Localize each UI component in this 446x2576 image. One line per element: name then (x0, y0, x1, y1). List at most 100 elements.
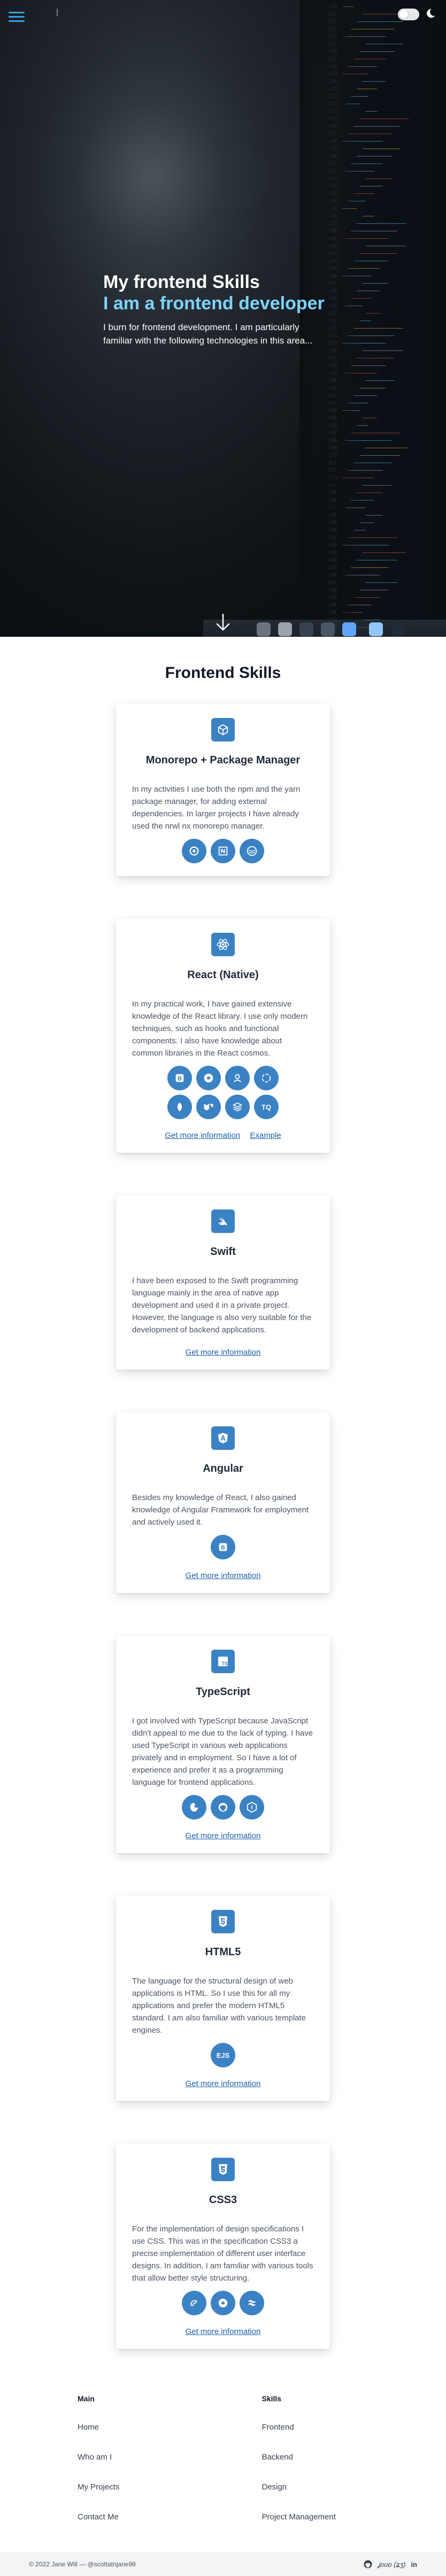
tailwind-icon[interactable] (240, 2291, 264, 2315)
hamburger-menu-icon[interactable] (9, 12, 25, 24)
react-icon (211, 933, 235, 956)
tech-icon-row: EJS (132, 2043, 314, 2067)
get-more-information-link[interactable]: Get more information (186, 1348, 261, 1357)
html5-icon (211, 1910, 235, 1933)
skill-card-text: In my activities I use both the npm and … (132, 783, 314, 832)
hero-background-tile (257, 622, 271, 636)
section-title: Frontend Skills (0, 662, 446, 684)
skill-card-title: Monorepo + Package Manager (132, 753, 314, 767)
skill-card-text: The language for the structural design o… (132, 1975, 314, 2036)
skill-card-title: Angular (132, 1462, 314, 1476)
bootstrap-icon[interactable]: B (167, 1066, 192, 1090)
skill-card-html5: HTML5 The language for the structural de… (116, 1896, 330, 2101)
skill-card-text: In my practical work, I have gained exte… (132, 998, 314, 1059)
svg-text:TS: TS (221, 1661, 228, 1666)
dev-profile-link[interactable]: ʝɒʋɒ (ʑʒ) (378, 2561, 405, 2569)
footer-columns: Main Home Who am I My Projects Contact M… (0, 2394, 446, 2542)
styled-components-icon[interactable] (211, 2291, 235, 2315)
react-query-icon[interactable] (225, 1066, 250, 1090)
footer-main-column: Main Home Who am I My Projects Contact M… (78, 2394, 262, 2542)
hero-text-block: My frontend Skills I am a frontend devel… (103, 271, 349, 347)
skill-card-text: I got involved with TypeScript because J… (132, 1715, 314, 1789)
styled-components-icon[interactable] (196, 1066, 221, 1090)
skill-card-title: TypeScript (132, 1685, 314, 1699)
get-more-information-link[interactable]: Get more information (186, 2079, 261, 2088)
typescript-icon: TS (211, 1650, 235, 1673)
social-links: ʝɒʋɒ (ʑʒ) in (363, 2559, 417, 2569)
skills-section: Frontend Skills Monorepo + Package Manag… (0, 637, 446, 2349)
card-links: Get more information (132, 2079, 314, 2088)
tech-icon-row: B (132, 1535, 314, 1559)
example-link[interactable]: Example (250, 1131, 281, 1140)
get-more-information-link[interactable]: Get more information (186, 1571, 261, 1580)
skill-card-monorepo: Monorepo + Package Manager In my activit… (116, 704, 330, 876)
skill-card-title: HTML5 (132, 1945, 314, 1959)
get-more-information-link[interactable]: Get more information (186, 2327, 261, 2336)
hero-background-tile (390, 622, 404, 636)
nodejs-icon[interactable] (240, 1795, 264, 1820)
hero-background-tile (321, 622, 335, 636)
react-router-icon[interactable] (167, 1095, 192, 1119)
ejs-icon[interactable]: EJS (211, 2043, 235, 2067)
copyright-text: © 2022 Jane Will — @scottatnjane98 (29, 2561, 136, 2568)
hero-section: 110‒‒‒‒111 ‒‒‒‒‒‒‒‒‒‒‒‒‒‒‒‒‒112 ‒‒‒‒‒‒‒‒… (0, 0, 446, 637)
card-links: Get more information (132, 1348, 314, 1357)
theme-toggle-switch[interactable] (398, 9, 419, 20)
footer-link-who-am-i[interactable]: Who am I (78, 2452, 262, 2463)
skill-card-title: React (Native) (132, 968, 314, 982)
nav-divider (57, 9, 58, 16)
redux-icon[interactable] (254, 1066, 279, 1090)
angular-icon (211, 1426, 235, 1450)
page-title: My frontend Skills (103, 271, 349, 293)
tech-icon-row: B TQ (132, 1066, 314, 1119)
sass-icon[interactable] (182, 2291, 206, 2315)
footer-link-design[interactable]: Design (262, 2482, 446, 2493)
footer-link-home[interactable]: Home (78, 2422, 262, 2433)
hero-background-tile (278, 622, 292, 636)
moon-icon (425, 7, 436, 19)
hero-background-tile (369, 622, 383, 636)
nestjs-icon[interactable] (182, 1795, 206, 1820)
footer-main-heading: Main (78, 2394, 262, 2403)
get-more-information-link[interactable]: Get more information (186, 1831, 261, 1840)
formik-icon[interactable] (225, 1095, 250, 1119)
npm-icon[interactable] (182, 839, 206, 863)
footer-link-project-management[interactable]: Project Management (262, 2512, 446, 2523)
linkedin-icon[interactable]: in (411, 2561, 417, 2569)
tanstack-query-icon[interactable]: TQ (254, 1095, 279, 1119)
skill-card-css3: CSS3 For the implementation of design sp… (116, 2144, 330, 2349)
bootstrap-icon[interactable]: B (211, 1535, 235, 1559)
skill-card-react: React (Native) In my practical work, I h… (116, 919, 330, 1153)
card-links: Get more information (132, 1571, 314, 1580)
github-icon[interactable] (363, 2559, 373, 2569)
footer-link-my-projects[interactable]: My Projects (78, 2482, 262, 2493)
skill-card-title: Swift (132, 1245, 314, 1259)
skill-card-swift: Swift I have been exposed to the Swift p… (116, 1196, 330, 1370)
hero-subtitle: I am a frontend developer (103, 293, 349, 314)
svg-text:B: B (221, 1545, 225, 1551)
skill-card-text: For the implementation of design specifi… (132, 2223, 314, 2284)
tech-icon-row (132, 839, 314, 863)
css3-icon (211, 2158, 235, 2181)
yarn-icon[interactable] (240, 839, 264, 863)
github-icon[interactable] (211, 1795, 235, 1820)
swift-icon (211, 1209, 235, 1233)
footer-skills-column: Skills Frontend Backend Design Project M… (262, 2394, 446, 2542)
hero-description: I burn for frontend development. I am pa… (103, 321, 328, 347)
skill-card-angular: Angular Besides my knowledge of React, I… (116, 1412, 330, 1593)
card-links: Get more information (132, 1831, 314, 1840)
skill-card-typescript: TS TypeScript I got involved with TypeSc… (116, 1636, 330, 1853)
footer: Main Home Who am I My Projects Contact M… (0, 2392, 446, 2576)
hero-background-glow (32, 64, 267, 288)
get-more-information-link[interactable]: Get more information (165, 1131, 240, 1140)
mui-icon[interactable] (196, 1095, 221, 1119)
package-icon (211, 718, 235, 741)
footer-skills-heading: Skills (262, 2394, 446, 2403)
scroll-down-arrow-icon[interactable] (216, 613, 230, 631)
nx-icon[interactable] (211, 839, 235, 863)
card-links: Get more information Example (132, 1131, 314, 1140)
footer-link-contact-me[interactable]: Contact Me (78, 2512, 262, 2523)
svg-text:B: B (178, 1076, 182, 1082)
footer-link-frontend[interactable]: Frontend (262, 2422, 446, 2433)
footer-link-backend[interactable]: Backend (262, 2452, 446, 2463)
